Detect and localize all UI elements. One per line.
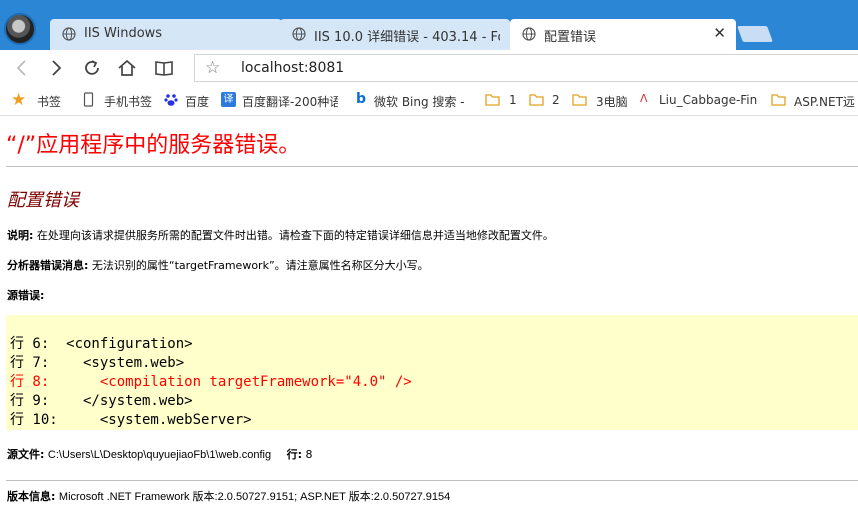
description: 说明: 在处理向该请求提供服务所需的配置文件时出错。请检查下面的特定错误详细信息… <box>7 227 554 243</box>
divider <box>6 166 858 167</box>
folder-icon <box>485 94 500 106</box>
home-icon[interactable] <box>117 58 137 78</box>
code-line: 行 6: <configuration> <box>10 336 193 352</box>
folder-icon <box>572 94 587 106</box>
star-icon: ★ <box>11 90 27 110</box>
user-avatar[interactable] <box>4 13 36 45</box>
baidu-icon <box>164 94 178 106</box>
new-tab-button[interactable] <box>737 26 773 42</box>
csdn-icon: ᐱ <box>640 92 648 105</box>
tab-iis-windows[interactable]: IIS Windows <box>50 19 282 50</box>
tab-title: IIS Windows <box>84 26 163 41</box>
bookmark-label: 百度翻译-200种语 <box>242 95 338 109</box>
bookmark-label: 手机书签 <box>104 95 153 109</box>
phone-icon <box>83 92 94 107</box>
parser-error-label: 分析器错误消息: <box>7 259 89 272</box>
source-file-info: 源文件: C:\Users\L\Desktop\quyuejiaoFb\1\we… <box>7 446 312 462</box>
code-line: 行 7: <system.web> <box>10 355 185 371</box>
parser-error-text: 无法识别的属性“targetFramework”。请注意属性名称区分大小写。 <box>91 259 429 272</box>
source-error-label: 源错误: <box>7 289 45 302</box>
error-subheading: 配置错误 <box>7 190 79 211</box>
bookmark-label: Liu_Cabbage-Fin <box>659 93 757 107</box>
back-icon[interactable] <box>12 58 32 78</box>
source-error-heading: 源错误: <box>7 287 44 303</box>
browser-titlebar: IIS Windows IIS 10.0 详细错误 - 403.14 - For… <box>0 0 858 50</box>
source-code-block: 行 6: <configuration> 行 7: <system.web> 行… <box>6 315 858 430</box>
bookmark-label: ASP.NET远 <box>794 95 855 109</box>
page-heading: “/”应用程序中的服务器错误。 <box>6 133 301 158</box>
code-line: 行 10: <system.webServer> <box>10 412 252 428</box>
url-text: localhost:8081 <box>241 60 345 76</box>
divider <box>6 480 858 481</box>
line-label: 行: <box>286 448 302 461</box>
bookmark-label: 1 <box>509 93 517 107</box>
address-bar[interactable]: ☆ localhost:8081 <box>194 54 858 82</box>
parser-error-message: 分析器错误消息: 无法识别的属性“targetFramework”。请注意属性名… <box>7 257 429 273</box>
globe-icon <box>522 27 536 41</box>
line-number: 8 <box>305 448 313 461</box>
code-line: 行 9: </system.web> <box>10 393 193 409</box>
bookmark-star-icon[interactable]: ☆ <box>205 58 220 78</box>
tab-title: IIS 10.0 详细错误 - 403.14 - For <box>314 30 500 45</box>
tab-title: 配置错误 <box>544 30 597 45</box>
bookmarks-bar: ★ 书签 手机书签 百度 译 百度翻译-200种语 b 微软 Bing 搜索 -… <box>0 86 858 116</box>
bing-icon: b <box>356 91 367 107</box>
bookmark-label: 书签 <box>37 95 62 109</box>
version-text: Microsoft .NET Framework 版本:2.0.50727.91… <box>58 491 451 503</box>
close-tab-icon[interactable]: ✕ <box>713 24 726 42</box>
version-info: 版本信息: Microsoft .NET Framework 版本:2.0.50… <box>7 488 450 504</box>
description-label: 说明: <box>7 229 34 242</box>
bookmark-label: 3电脑 <box>596 95 628 109</box>
bookmark-label: 百度 <box>185 95 210 109</box>
source-file-label: 源文件: <box>7 448 45 461</box>
translate-icon: 译 <box>221 92 236 107</box>
tab-config-error[interactable]: 配置错误 ✕ <box>510 19 736 50</box>
bookmark-label: 微软 Bing 搜索 - <box>374 95 465 109</box>
globe-icon <box>62 27 76 41</box>
folder-icon <box>771 94 786 106</box>
folder-icon <box>529 94 544 106</box>
reader-mode-icon[interactable] <box>154 58 174 78</box>
globe-icon <box>292 27 306 41</box>
description-text: 在处理向该请求提供服务所需的配置文件时出错。请检查下面的特定错误详细信息并适当地… <box>36 229 554 242</box>
reload-icon[interactable] <box>82 58 102 78</box>
version-label: 版本信息: <box>7 490 56 503</box>
code-line-error: 行 8: <compilation targetFramework="4.0" … <box>10 374 412 390</box>
bookmark-label: 2 <box>552 93 560 107</box>
forward-icon[interactable] <box>46 58 66 78</box>
tab-iis-detailed-error[interactable]: IIS 10.0 详细错误 - 403.14 - For <box>280 19 510 50</box>
source-file-path: C:\Users\L\Desktop\quyuejiaoFb\1\web.con… <box>47 449 272 461</box>
